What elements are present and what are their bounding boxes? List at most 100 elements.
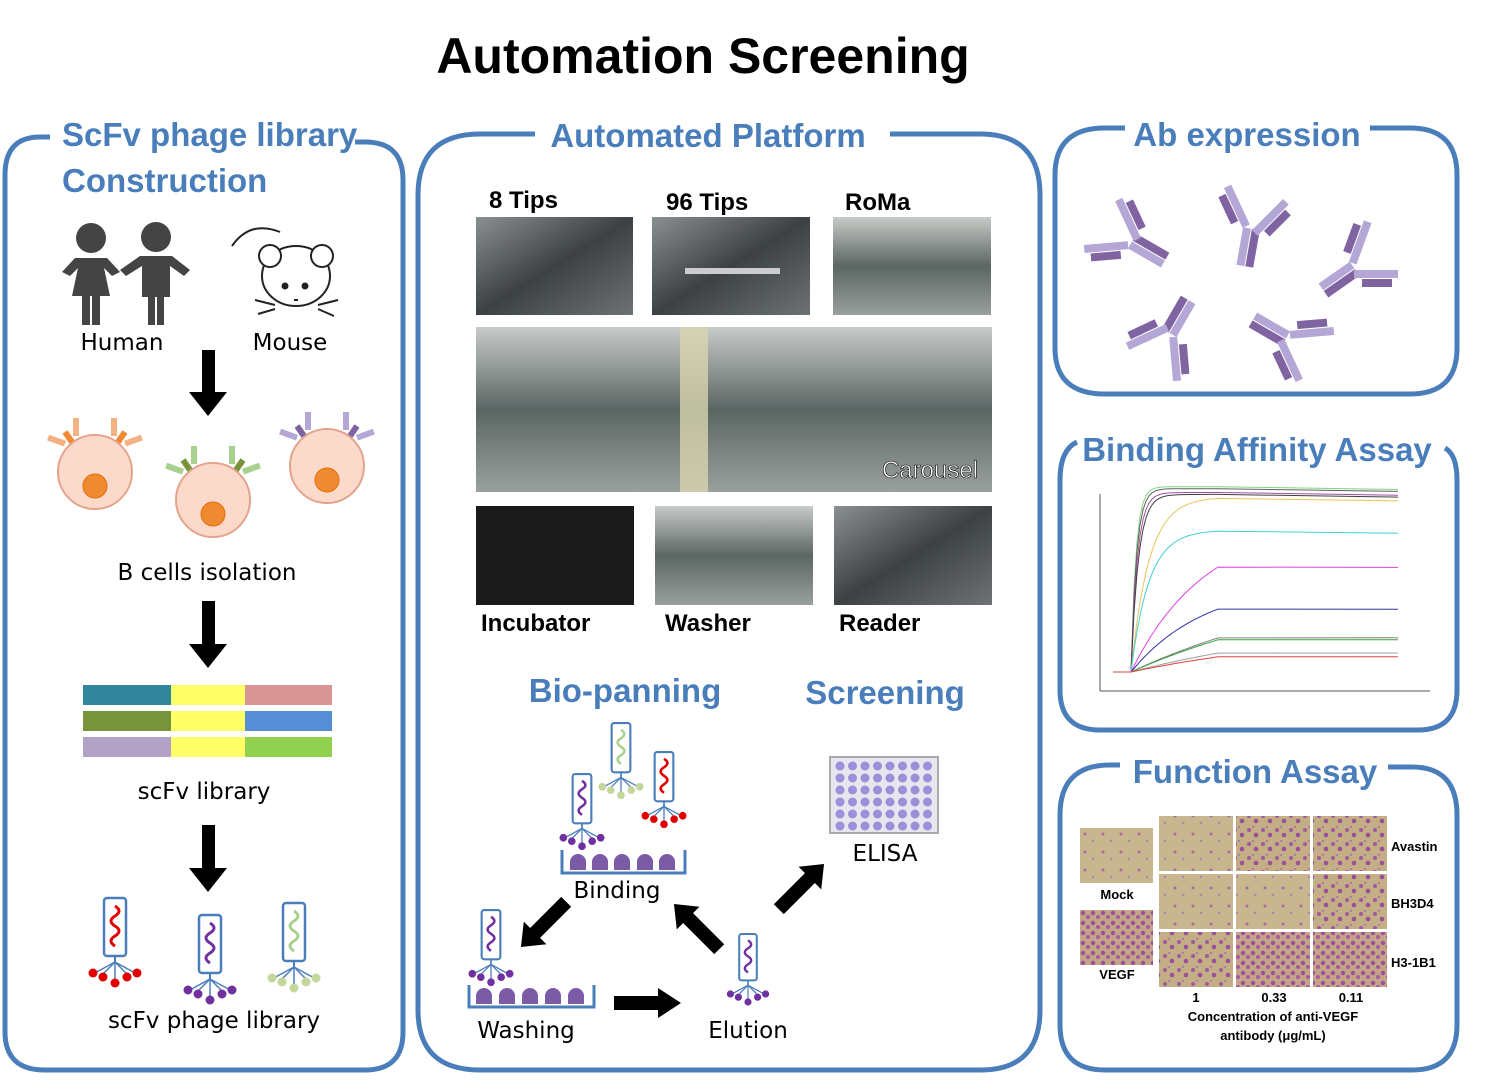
sensorgram-curve xyxy=(1113,486,1399,673)
antibody-icon xyxy=(1218,184,1291,268)
conc-0.11: 0.11 xyxy=(1339,990,1364,1005)
xlabel-line2: antibody (μg/mL) xyxy=(1220,1028,1325,1043)
antigen-icon xyxy=(568,988,584,1004)
sensorgram-curve xyxy=(1113,488,1399,673)
vegf-image xyxy=(1080,910,1153,965)
b-cell-icon xyxy=(47,418,143,510)
b-cell-icon xyxy=(279,412,375,504)
binding-panel-border xyxy=(1057,439,1460,733)
conc-0.33: 0.33 xyxy=(1261,990,1286,1005)
label-elution: Elution xyxy=(708,1018,788,1044)
migration-image xyxy=(1313,816,1387,871)
screening-heading: Screening xyxy=(805,674,965,711)
ab-expression-panel: Ab expression xyxy=(1052,116,1460,397)
xlabel-line1: Concentration of anti-VEGF xyxy=(1188,1009,1359,1024)
library-heading-2: Construction xyxy=(62,162,267,199)
label-mock: Mock xyxy=(1100,887,1134,902)
antigen-icon xyxy=(522,988,538,1004)
human-icon xyxy=(62,222,190,325)
antigen-icon xyxy=(476,988,492,1004)
antibody-icon xyxy=(1083,197,1170,268)
label-incubator: Incubator xyxy=(481,610,590,637)
down-arrow-icon xyxy=(189,350,227,892)
source-human: Human xyxy=(81,330,164,356)
label-96-tips: 96 Tips xyxy=(666,189,748,216)
label-reader: Reader xyxy=(839,610,920,637)
migration-image xyxy=(1313,932,1387,987)
label-bh3d4: BH3D4 xyxy=(1391,896,1434,911)
phage-icon xyxy=(267,901,321,993)
phage-icon xyxy=(598,721,644,800)
sensorgram-chart xyxy=(1099,486,1430,692)
antibody-icon xyxy=(1248,312,1335,383)
phage-icon xyxy=(559,772,605,851)
sensorgram-curve xyxy=(1113,566,1399,673)
migration-image-grid xyxy=(1159,816,1387,987)
migration-image xyxy=(1236,874,1310,929)
label-8-tips: 8 Tips xyxy=(489,187,558,214)
step-scfv-library: scFv library xyxy=(138,779,271,805)
conc-1: 1 xyxy=(1192,990,1199,1005)
label-carousel: Carousel xyxy=(882,457,978,484)
photo-roma xyxy=(833,217,991,315)
phage-icon xyxy=(88,896,142,988)
photo-reader xyxy=(834,506,992,605)
sensorgram-curve xyxy=(1113,492,1399,673)
step-b-cells: B cells isolation xyxy=(118,560,297,586)
platform-panel: Automated Platform 8 Tips 96 Tips RoMa C… xyxy=(415,117,1043,1073)
mock-image xyxy=(1080,828,1153,883)
sensorgram-curve xyxy=(1113,608,1399,673)
antigen-icon xyxy=(659,854,675,870)
sensorgram-curve xyxy=(1113,530,1399,673)
migration-image xyxy=(1313,874,1387,929)
antigen-icon xyxy=(637,854,653,870)
antigen-icon xyxy=(570,854,586,870)
sensorgram-curve xyxy=(1113,493,1399,673)
biopanning-heading: Bio-panning xyxy=(529,672,721,709)
phage-icon xyxy=(468,908,514,987)
photo-washer xyxy=(655,506,813,605)
library-heading-1: ScFv phage library xyxy=(62,116,358,153)
photo-96-tips xyxy=(652,217,810,315)
antigen-icon xyxy=(499,988,515,1004)
phage-icon xyxy=(726,932,770,1006)
antibody-icon xyxy=(1318,220,1398,298)
migration-image xyxy=(1159,874,1233,929)
migration-image xyxy=(1236,816,1310,871)
antigen-icon xyxy=(614,854,630,870)
sensorgram-curve xyxy=(1113,652,1399,673)
ab-heading: Ab expression xyxy=(1133,116,1360,153)
b-cell-icon xyxy=(165,446,261,538)
ab-panel-border xyxy=(1052,125,1460,397)
label-binding: Binding xyxy=(574,878,661,904)
scfv-library-bars xyxy=(83,685,332,757)
binding-heading: Binding Affinity Assay xyxy=(1082,431,1432,468)
page-title: Automation Screening xyxy=(436,28,969,84)
migration-image xyxy=(1236,932,1310,987)
migration-image xyxy=(1159,932,1233,987)
library-panel: ScFv phage library Construction Human Mo… xyxy=(2,116,406,1073)
migration-image xyxy=(1159,816,1233,871)
phage-icon xyxy=(183,913,237,1005)
sensorgram-curve xyxy=(1113,656,1398,673)
step-phage-library: scFv phage library xyxy=(108,1008,320,1034)
label-washing: Washing xyxy=(477,1018,575,1044)
phage-icon xyxy=(641,750,687,829)
platform-heading: Automated Platform xyxy=(550,117,865,154)
photo-8-tips xyxy=(476,217,633,315)
phage-illustrations xyxy=(88,896,321,1005)
source-mouse: Mouse xyxy=(253,330,328,356)
function-heading: Function Assay xyxy=(1133,753,1378,790)
label-washer: Washer xyxy=(665,610,751,637)
b-cells-illustration xyxy=(47,412,375,538)
antibody-icon xyxy=(1125,295,1196,382)
label-vegf: VEGF xyxy=(1099,967,1134,982)
antibody-icons xyxy=(1083,184,1398,383)
tips-detail xyxy=(685,268,780,274)
mouse-icon xyxy=(231,227,339,317)
antigen-icon xyxy=(545,988,561,1004)
label-h3-1b1: H3-1B1 xyxy=(1391,955,1436,970)
binding-panel: Binding Affinity Assay xyxy=(1057,431,1460,733)
function-panel: Function Assay Mock VEGF Avastin BH3D4 H… xyxy=(1057,753,1460,1073)
label-roma: RoMa xyxy=(845,189,911,216)
